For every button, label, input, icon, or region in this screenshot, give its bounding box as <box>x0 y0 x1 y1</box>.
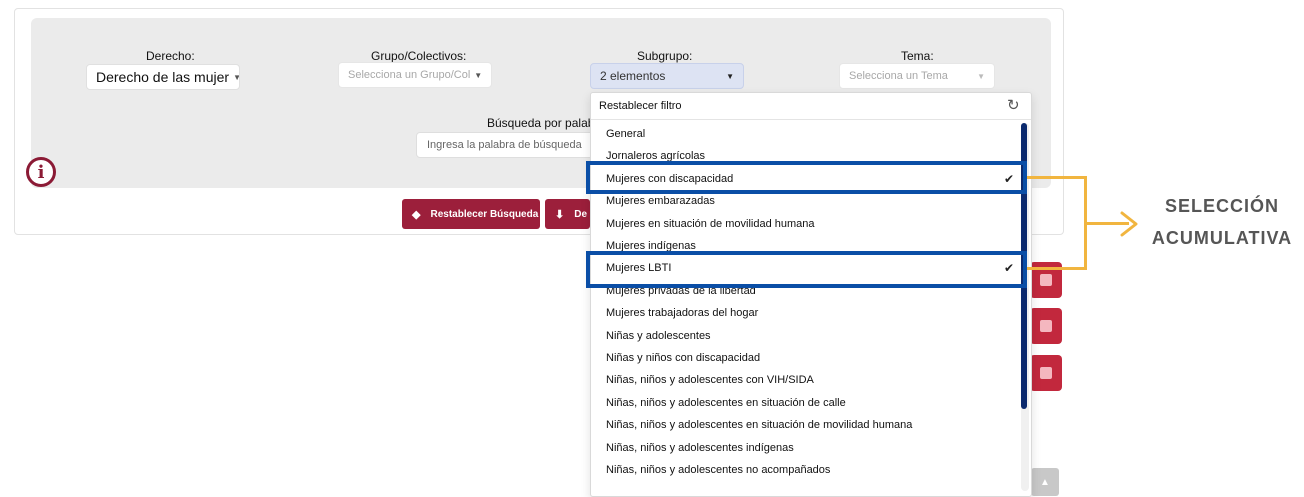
dropdown-option[interactable]: General <box>591 123 1021 145</box>
caret-down-icon: ▼ <box>233 73 239 82</box>
annotation-text: SELECCIÓN ACUMULATIVA <box>1140 190 1304 254</box>
dropdown-option-label: General <box>606 128 646 140</box>
annotation-bracket <box>1027 176 1087 270</box>
scroll-top-button[interactable]: ▲ <box>1031 468 1059 496</box>
download-button[interactable]: ⬇ De <box>545 199 590 229</box>
dropdown-option-label: Niñas y niños con discapacidad <box>606 352 761 364</box>
info-icon[interactable]: i <box>26 157 56 187</box>
dropdown-option[interactable]: Niñas, niños y adolescentes en situación… <box>591 392 1021 414</box>
reset-filter-row[interactable]: Restablecer filtro ↻ <box>591 93 1031 120</box>
keyword-search-input[interactable]: Ingresa la palabra de búsqueda <box>416 132 596 158</box>
remove-button-2[interactable] <box>1030 308 1062 344</box>
dropdown-option-label: Mujeres trabajadoras del hogar <box>606 307 759 320</box>
grupo-select[interactable]: Selecciona un Grupo/Col ▼ <box>338 62 492 88</box>
dropdown-option-label: Niñas y adolescentes <box>606 329 711 342</box>
dropdown-option[interactable]: Niñas, niños y adolescentes en situación… <box>591 414 1021 436</box>
download-icon: ⬇ <box>555 208 565 221</box>
keyword-label: Búsqueda por palabr <box>487 116 599 130</box>
annotation-line-2: ACUMULATIVA <box>1151 228 1293 248</box>
dropdown-option-label: Mujeres embarazadas <box>606 195 715 208</box>
tema-select-placeholder: Selecciona un Tema <box>849 70 948 82</box>
dropdown-option[interactable]: Niñas, niños y adolescentes no acompañad… <box>591 459 1021 481</box>
dropdown-option[interactable]: Niñas y niños con discapacidad <box>591 347 1021 369</box>
dropdown-option[interactable]: Mujeres trabajadoras del hogar <box>591 302 1021 324</box>
minus-icon <box>1040 274 1052 286</box>
dropdown-option[interactable]: Niñas, niños y adolescentes con VIH/SIDA <box>591 369 1021 391</box>
refresh-icon[interactable]: ↻ <box>1007 96 1020 114</box>
download-label: De <box>574 208 588 220</box>
dropdown-option-label: Niñas, niños y adolescentes en situación… <box>606 396 846 409</box>
grupo-label: Grupo/Colectivos: <box>371 49 467 63</box>
minus-icon <box>1040 367 1052 379</box>
dropdown-option-label: Niñas, niños y adolescentes indígenas <box>606 441 794 454</box>
arrow-right-icon <box>1120 211 1138 237</box>
highlight-box-mujeres-con-discapacidad <box>586 161 1027 194</box>
dropdown-option-label: Niñas, niños y adolescentes no acompañad… <box>606 464 831 476</box>
subgrupo-label: Subgrupo: <box>637 49 693 63</box>
highlight-box-mujeres-lbti <box>586 251 1027 288</box>
reset-search-button[interactable]: ◆ Restablecer Búsqueda <box>402 199 540 229</box>
dropdown-option-label: Niñas, niños y adolescentes en situación… <box>606 419 913 432</box>
dropdown-option-label: Niñas, niños y adolescentes con VIH/SIDA <box>606 374 814 387</box>
reset-filter-label: Restablecer filtro <box>599 100 682 112</box>
chevron-up-icon: ▲ <box>1040 476 1050 488</box>
minus-icon <box>1040 320 1052 332</box>
dropdown-option[interactable]: Niñas y adolescentes <box>591 325 1021 347</box>
dropdown-option-label: Mujeres en situación de movilidad humana <box>606 217 815 230</box>
dropdown-option[interactable]: Mujeres en situación de movilidad humana <box>591 213 1021 235</box>
subgrupo-select[interactable]: 2 elementos ▼ <box>590 63 744 89</box>
caret-down-icon: ▼ <box>474 70 483 80</box>
dropdown-option[interactable]: Niñas, niños y adolescentes indígenas <box>591 437 1021 459</box>
caret-down-icon: ▼ <box>977 71 985 81</box>
reset-search-label: Restablecer Búsqueda <box>430 208 539 220</box>
annotation-line-1: SELECCIÓN <box>1164 196 1279 216</box>
subgrupo-select-value: 2 elementos <box>600 69 666 83</box>
caret-down-icon: ▼ <box>726 71 734 81</box>
keyword-search-placeholder: Ingresa la palabra de búsqueda <box>427 139 582 151</box>
tema-select[interactable]: Selecciona un Tema ▼ <box>839 63 995 89</box>
remove-button-3[interactable] <box>1030 355 1062 391</box>
derecho-select[interactable]: Derecho de las mujer ▼ <box>86 64 240 90</box>
derecho-label: Derecho: <box>146 49 195 63</box>
subgrupo-dropdown: Restablecer filtro ↻ General Jornaleros a… <box>590 92 1032 497</box>
derecho-select-value: Derecho de las mujer <box>96 69 230 85</box>
tema-label: Tema: <box>901 49 934 63</box>
grupo-select-placeholder: Selecciona un Grupo/Col <box>348 69 471 81</box>
eraser-icon: ◆ <box>412 208 421 221</box>
